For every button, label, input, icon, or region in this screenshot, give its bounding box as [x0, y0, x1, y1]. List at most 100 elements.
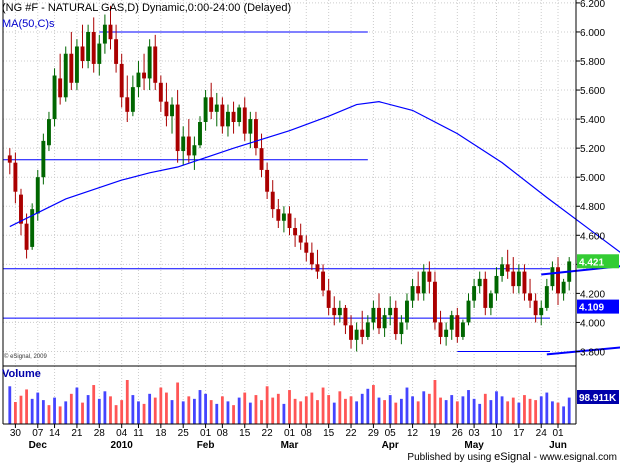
candle-body [102, 24, 107, 44]
candle-body [97, 43, 102, 64]
volume-bar [86, 395, 90, 424]
volume-bar [75, 387, 79, 424]
candle-body [511, 271, 516, 287]
candle-body [46, 119, 51, 146]
candle-body [460, 322, 465, 337]
month-label: 2010 [111, 440, 134, 451]
candle-body [416, 286, 421, 294]
volume-bar [360, 393, 364, 424]
volume-bar [416, 401, 420, 424]
candle-body [377, 307, 381, 329]
candle-body [259, 148, 264, 170]
volume-bar [153, 397, 157, 424]
candle-body [309, 252, 314, 265]
date-tick-label: 17 [513, 428, 525, 439]
volume-bar [148, 393, 152, 424]
volume-bar [125, 380, 129, 424]
volume-bar [232, 405, 235, 424]
ma50-series [9, 101, 620, 253]
month-label: Jun [549, 440, 567, 451]
candle-body [399, 322, 404, 335]
candle-body [276, 209, 281, 221]
candle-body [455, 315, 460, 337]
volume-bar [394, 402, 398, 424]
date-tick-label: 25 [178, 428, 190, 439]
volume-bar [556, 402, 560, 424]
date-tick-label: 15 [323, 428, 335, 439]
candle-body [483, 278, 488, 308]
volume-bar [30, 398, 34, 424]
date-tick-label: 24 [536, 428, 548, 439]
volume-bar [97, 398, 101, 424]
candle-body [237, 107, 242, 122]
chart-title: (NG #F - NATURAL GAS,D) Dynamic,0:00-24:… [2, 2, 292, 14]
volume-bar [422, 391, 426, 424]
volume-bar [411, 396, 414, 424]
candle-body [214, 104, 219, 112]
candle-body [86, 31, 91, 61]
candle-body [522, 271, 527, 294]
volume-bar [220, 396, 224, 424]
candle-body [382, 315, 387, 329]
volume-bar [439, 397, 442, 424]
price-tick-label: 5.200 [580, 144, 605, 155]
candle-body [198, 122, 202, 146]
volume-bar [254, 395, 258, 424]
candle-body [494, 275, 499, 294]
candle-body [153, 46, 158, 83]
candle-body [410, 286, 415, 301]
volume-bar [159, 387, 163, 424]
candle-body [248, 119, 253, 134]
volume-bar [103, 391, 107, 424]
candle-body [304, 242, 309, 253]
candle-body [242, 107, 247, 134]
price-tick-label: 5.400 [580, 115, 605, 126]
last-price-tag: 4.421 [579, 257, 604, 268]
volume-bar [338, 391, 342, 424]
volume-bar [215, 403, 219, 424]
volume-bar [92, 385, 96, 424]
candle-body [130, 87, 135, 112]
candle-body [488, 293, 493, 308]
volume-bar [41, 400, 45, 424]
candle-body [253, 119, 258, 149]
date-tick-label: 12 [407, 428, 419, 439]
candle-body [19, 194, 23, 224]
candle-body [321, 271, 326, 291]
date-tick-label: 01 [284, 428, 296, 439]
volume-bar [511, 397, 515, 424]
date-tick-label: 26 [452, 428, 464, 439]
volume-bar [142, 403, 146, 424]
volume-bar [483, 393, 487, 424]
date-tick-label: 03 [469, 428, 481, 439]
candle-body [164, 101, 169, 117]
candle-body [175, 104, 180, 152]
date-tick-label: 04 [116, 428, 128, 439]
candle-body [158, 82, 163, 102]
volume-bar [288, 390, 291, 424]
volume-bar [181, 401, 185, 424]
volume-bar [237, 397, 241, 424]
candle-body [393, 307, 398, 335]
volume-bar [260, 400, 263, 424]
date-tick-label: 19 [429, 428, 441, 439]
candle-body [505, 264, 510, 272]
candle-body [371, 307, 376, 323]
volume-bar [321, 387, 325, 424]
candle-body [119, 63, 124, 98]
candle-body [533, 300, 538, 316]
volume-bar [528, 398, 532, 424]
date-tick-label: 15 [239, 428, 251, 439]
price-tick-label: 6.000 [580, 28, 605, 39]
volume-series [8, 380, 571, 424]
candle-body [432, 281, 437, 323]
volume-bar [478, 403, 482, 424]
candle-body [427, 271, 432, 282]
candle-body [281, 213, 286, 221]
candle-body [349, 325, 353, 340]
volume-bar [114, 405, 118, 424]
volume-bar [131, 395, 135, 424]
candle-body [421, 271, 426, 294]
volume-value-tag: 98.911K [579, 393, 617, 404]
candle-body [265, 169, 270, 192]
